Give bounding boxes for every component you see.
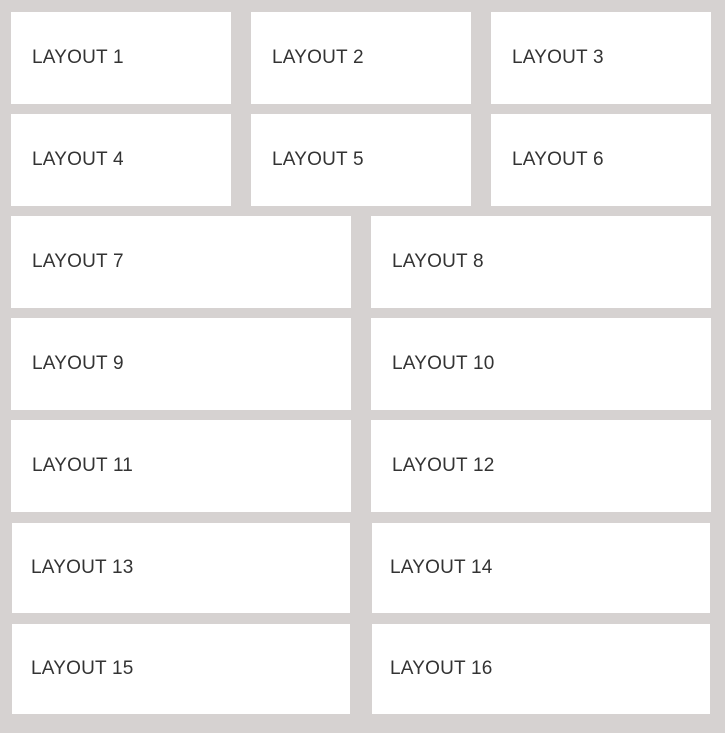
layout-tile-label: LAYOUT 11 (32, 455, 134, 476)
layout-tile-2[interactable]: LAYOUT 2 (251, 12, 471, 104)
layout-tile-16[interactable]: LAYOUT 16 (372, 624, 710, 714)
layout-tile-5[interactable]: LAYOUT 5 (251, 114, 471, 206)
layout-tile-10[interactable]: LAYOUT 10 (371, 318, 711, 410)
layout-tile-8[interactable]: LAYOUT 8 (371, 216, 711, 308)
layout-tile-label: LAYOUT 9 (32, 353, 124, 374)
layout-tile-label: LAYOUT 16 (390, 658, 493, 679)
layout-tile-13[interactable]: LAYOUT 13 (12, 523, 350, 613)
layout-tile-label: LAYOUT 4 (32, 149, 124, 170)
layout-tile-label: LAYOUT 5 (272, 149, 364, 170)
layout-tile-4[interactable]: LAYOUT 4 (11, 114, 231, 206)
layout-tile-6[interactable]: LAYOUT 6 (491, 114, 711, 206)
layout-tile-9[interactable]: LAYOUT 9 (11, 318, 351, 410)
layout-tile-12[interactable]: LAYOUT 12 (371, 420, 711, 512)
layout-tile-14[interactable]: LAYOUT 14 (372, 523, 710, 613)
layout-tile-label: LAYOUT 8 (392, 251, 484, 272)
layout-tile-label: LAYOUT 1 (32, 47, 124, 68)
layout-tile-11[interactable]: LAYOUT 11 (11, 420, 351, 512)
layout-tile-label: LAYOUT 10 (392, 353, 495, 374)
layout-tile-1[interactable]: LAYOUT 1 (11, 12, 231, 104)
layout-tile-label: LAYOUT 13 (31, 557, 134, 578)
layout-tile-label: LAYOUT 2 (272, 47, 364, 68)
layout-tile-label: LAYOUT 3 (512, 47, 604, 68)
layout-tile-7[interactable]: LAYOUT 7 (11, 216, 351, 308)
layout-tile-15[interactable]: LAYOUT 15 (12, 624, 350, 714)
layout-tile-label: LAYOUT 15 (31, 658, 134, 679)
layout-tile-3[interactable]: LAYOUT 3 (491, 12, 711, 104)
layout-tile-label: LAYOUT 14 (390, 557, 493, 578)
layout-tile-label: LAYOUT 12 (392, 455, 495, 476)
layout-tile-label: LAYOUT 6 (512, 149, 604, 170)
layout-tile-label: LAYOUT 7 (32, 251, 124, 272)
